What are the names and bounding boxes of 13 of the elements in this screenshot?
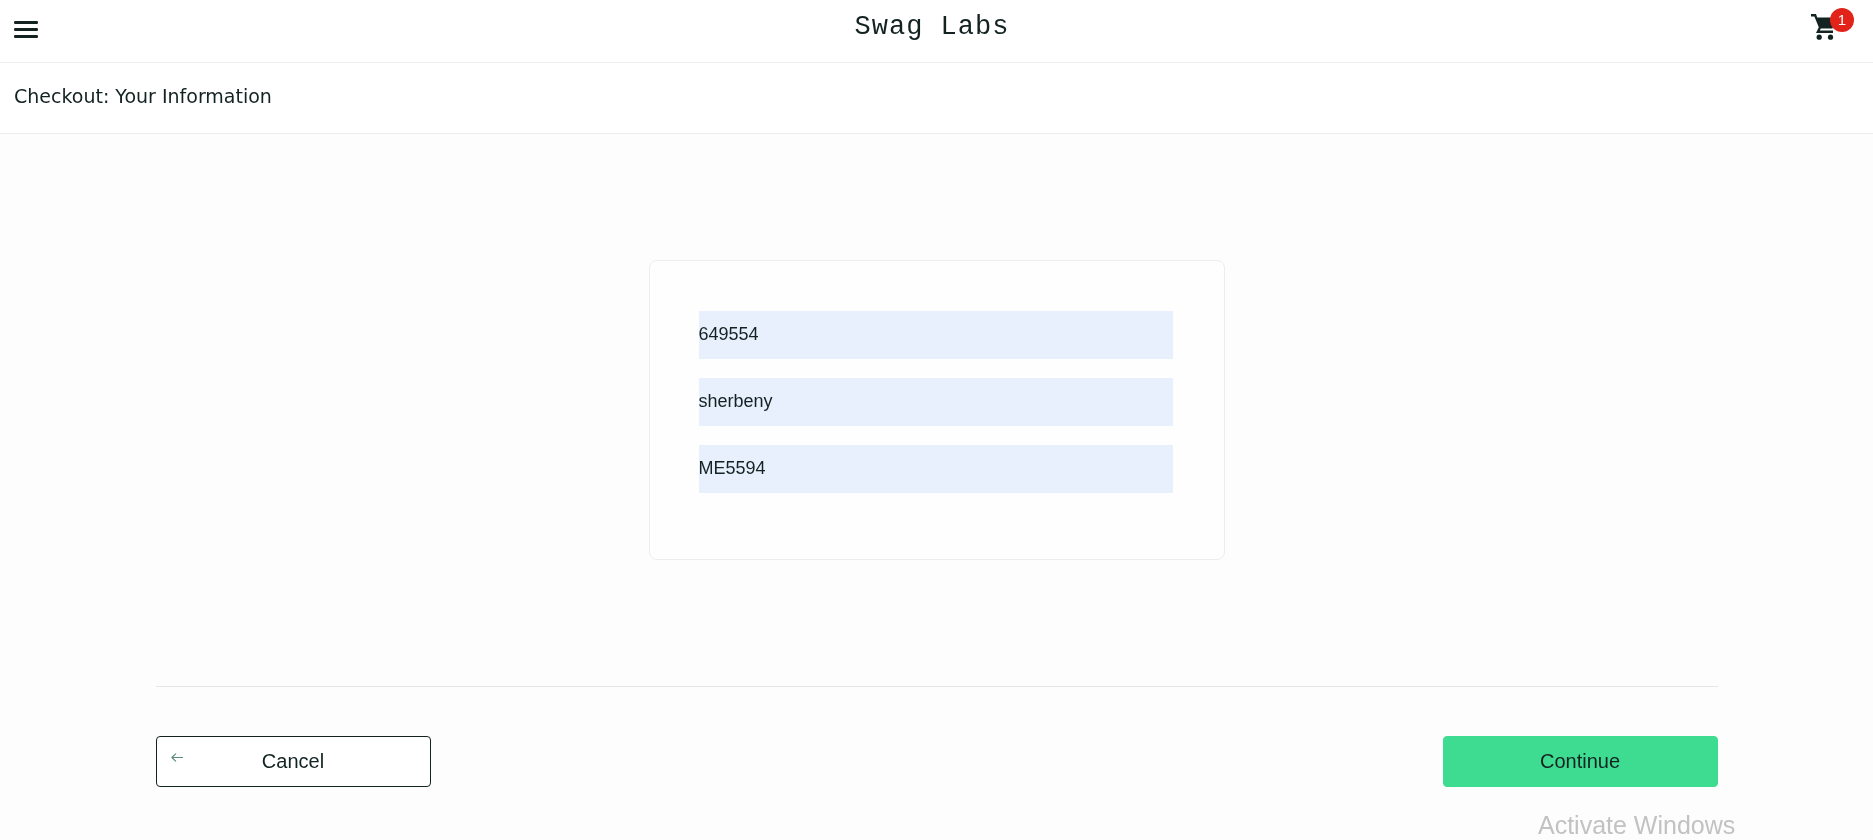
- left-arrow-icon: [170, 753, 183, 762]
- input-field[interactable]: ME5594: [698, 445, 1173, 493]
- input-field[interactable]: 649554: [698, 311, 1173, 359]
- app-logo-text: Swag Labs: [854, 12, 1010, 42]
- continue-button[interactable]: Continue: [1442, 736, 1718, 787]
- cart-count-badge: 1: [1830, 7, 1854, 32]
- cancel-button[interactable]: Cancel: [155, 736, 431, 787]
- page-title: Checkout: Your Information: [14, 85, 272, 107]
- cart-button[interactable]: 1: [1811, 7, 1854, 40]
- input-field[interactable]: sherbeny: [698, 378, 1173, 426]
- os-activation-notice: Activate Windows: [1538, 812, 1736, 839]
- menu-button[interactable]: [14, 20, 38, 38]
- menu-icon: [14, 20, 38, 38]
